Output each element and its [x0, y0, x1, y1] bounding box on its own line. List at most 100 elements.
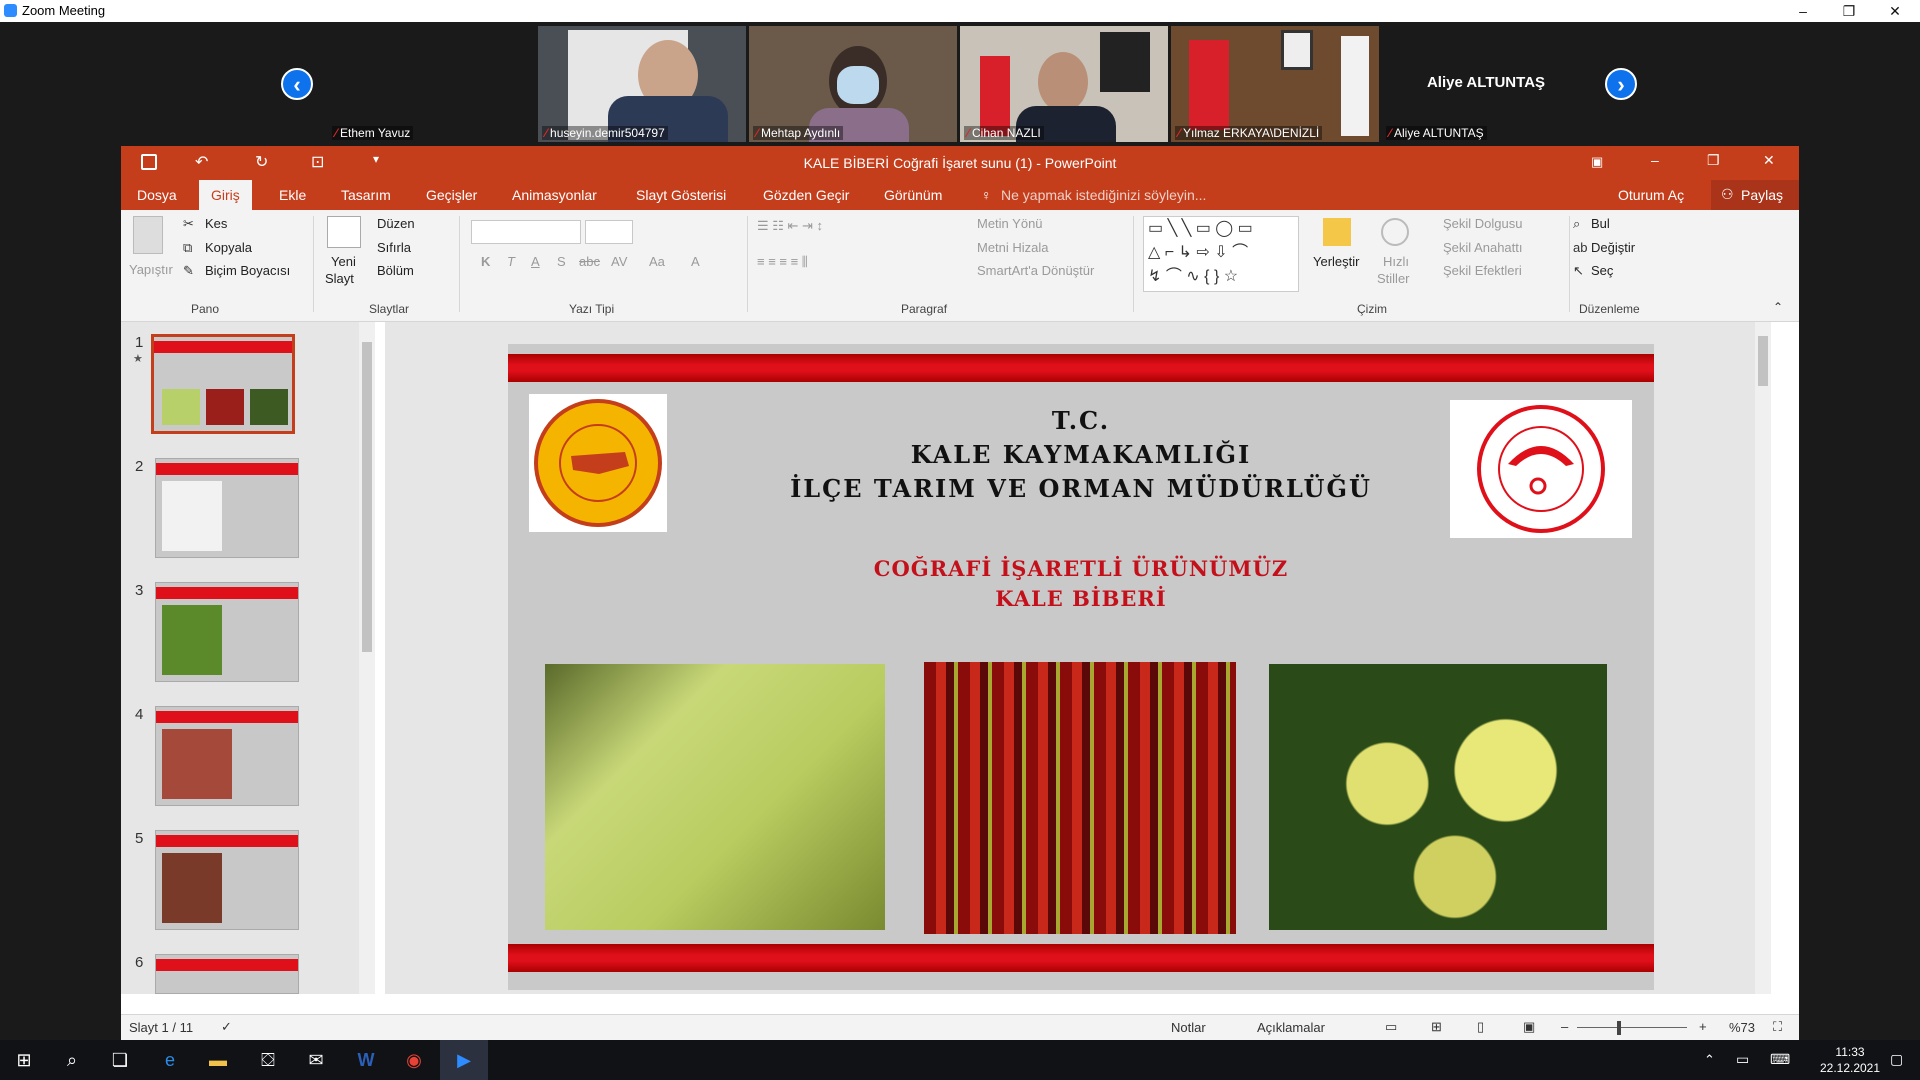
quick-styles-label-2[interactable]: Stiller [1377, 271, 1410, 286]
reading-view-icon[interactable]: ▯ [1477, 1019, 1484, 1035]
start-icon[interactable]: ⊞ [0, 1040, 48, 1080]
slideshow-view-icon[interactable]: ▣ [1523, 1019, 1535, 1035]
zoom-in-button[interactable]: + [1699, 1019, 1707, 1034]
find-button[interactable]: Bul [1591, 216, 1610, 231]
minimize-button[interactable]: – [1780, 0, 1826, 22]
edge-icon[interactable]: e [146, 1040, 194, 1080]
fit-to-window-icon[interactable]: ⛶ [1773, 1019, 1782, 1035]
task-view-icon[interactable]: ❏ [96, 1040, 144, 1080]
share-button[interactable]: ⚇ Paylaş [1711, 180, 1799, 210]
close-button[interactable]: ✕ [1872, 0, 1918, 22]
editor-scrollbar[interactable] [1755, 322, 1771, 994]
zoom-taskbar-icon[interactable]: ▶ [440, 1040, 488, 1080]
underline-button[interactable]: A [531, 254, 540, 269]
zoom-out-button[interactable]: – [1561, 1019, 1568, 1034]
tab-animasyonlar[interactable]: Animasyonlar [510, 180, 599, 210]
text-direction-button[interactable]: Metin Yönü [977, 216, 1043, 231]
slide-thumbnail-4[interactable] [155, 706, 299, 806]
tab-giris[interactable]: Giriş [199, 180, 252, 210]
shadow-button[interactable]: S [557, 254, 566, 269]
file-explorer-icon[interactable]: ▬ [194, 1040, 242, 1080]
search-icon[interactable]: ⌕ [48, 1040, 96, 1080]
align-icons[interactable]: ≡ ≡ ≡ ≡ ⫼ [757, 254, 808, 270]
participant-tile[interactable]: ⁄ Mehtap Aydınlı [749, 26, 957, 142]
reset-button[interactable]: Sıfırla [377, 240, 411, 255]
tab-gecisler[interactable]: Geçişler [424, 180, 479, 210]
select-button[interactable]: Seç [1591, 263, 1613, 278]
zoom-level[interactable]: %73 [1729, 1020, 1755, 1035]
tab-ekle[interactable]: Ekle [277, 180, 308, 210]
italic-button[interactable]: T [507, 254, 515, 269]
paste-button[interactable]: Yapıştır [129, 262, 173, 277]
spellcheck-icon[interactable]: ✓ [221, 1019, 232, 1035]
tell-me-box[interactable]: Ne yapmak istediğinizi söyleyin... [1001, 187, 1206, 203]
slide-thumbnail-5[interactable] [155, 830, 299, 930]
font-name-field[interactable] [471, 220, 581, 244]
shape-effects-button[interactable]: Şekil Efektleri [1443, 263, 1522, 278]
tab-tasarim[interactable]: Tasarım [339, 180, 393, 210]
font-size-field[interactable] [585, 220, 633, 244]
ribbon-display-icon[interactable]: ▣ [1591, 154, 1603, 170]
sign-in-link[interactable]: Oturum Aç [1618, 187, 1684, 203]
restore-button[interactable]: ❐ [1826, 0, 1872, 22]
chrome-icon[interactable]: ◉ [390, 1040, 438, 1080]
slide-thumbnail-6[interactable] [155, 954, 299, 994]
prev-page-button[interactable]: ‹ [281, 68, 313, 100]
participant-tile[interactable]: ⁄ Cihan NAZLI [960, 26, 1168, 142]
strikethrough-button[interactable]: abc [579, 254, 600, 269]
slide-thumbnail-1[interactable] [151, 334, 295, 434]
current-slide[interactable]: T.C. KALE KAYMAKAMLIĞI İLÇE TARIM VE ORM… [508, 344, 1654, 990]
tab-gozden-gecir[interactable]: Gözden Geçir [761, 180, 851, 210]
clock[interactable]: 11:33 22.12.2021 [1818, 1044, 1882, 1076]
notes-button[interactable]: Notlar [1171, 1020, 1206, 1035]
new-slide-label-2[interactable]: Slayt [325, 271, 354, 286]
minimize-button[interactable]: – [1651, 152, 1659, 168]
tab-slayt-gosterisi[interactable]: Slayt Gösterisi [634, 180, 728, 210]
copy-button[interactable]: Kopyala [205, 240, 252, 255]
align-text-button[interactable]: Metni Hizala [977, 240, 1049, 255]
cut-button[interactable]: Kes [205, 216, 227, 231]
new-slide-label-1[interactable]: Yeni [331, 254, 356, 269]
mail-icon[interactable]: ✉ [292, 1040, 340, 1080]
arrange-icon[interactable] [1323, 218, 1351, 246]
new-slide-icon[interactable] [327, 216, 361, 248]
network-icon[interactable]: ▭ [1736, 1051, 1749, 1068]
keyboard-icon[interactable]: ⌨ [1770, 1051, 1790, 1068]
tab-gorunum[interactable]: Görünüm [882, 180, 944, 210]
store-icon[interactable]: ⛋ [244, 1040, 292, 1080]
bullets-icon[interactable]: ☰ ☷ ⇤ ⇥ ↕ [757, 218, 823, 234]
zoom-slider[interactable] [1577, 1027, 1687, 1028]
quick-styles-label-1[interactable]: Hızlı [1383, 254, 1409, 269]
shape-fill-button[interactable]: Şekil Dolgusu [1443, 216, 1523, 231]
slide-thumbnail-2[interactable] [155, 458, 299, 558]
participant-tile[interactable]: ⁄ Yılmaz ERKAYA\DENİZLİ [1171, 26, 1379, 142]
next-page-button[interactable]: › [1605, 68, 1637, 100]
thumbnail-scrollbar[interactable] [359, 322, 375, 994]
restore-button[interactable]: ❐ [1707, 152, 1720, 169]
smartart-button[interactable]: SmartArt'a Dönüştür [977, 263, 1094, 278]
notifications-icon[interactable]: ▢ [1890, 1051, 1903, 1068]
format-painter-button[interactable]: Biçim Boyacısı [205, 263, 290, 278]
shapes-gallery[interactable]: ▭ ╲ ╲ ▭ ◯ ▭ △ ⌐ ↳ ⇨ ⇩ ⌒ ↯ ⌒ ∿ { } ☆ [1143, 216, 1299, 292]
normal-view-icon[interactable]: ▭ [1385, 1019, 1397, 1035]
char-spacing-button[interactable]: AV [611, 254, 627, 269]
shape-outline-button[interactable]: Şekil Anahattı [1443, 240, 1523, 255]
tab-dosya[interactable]: Dosya [135, 180, 179, 210]
change-case-button[interactable]: Aa [649, 254, 665, 269]
tray-chevron-icon[interactable]: ⌃ [1704, 1052, 1715, 1068]
section-button[interactable]: Bölüm [377, 263, 414, 278]
arrange-button[interactable]: Yerleştir [1313, 254, 1359, 269]
collapse-ribbon-icon[interactable]: ⌃ [1773, 300, 1783, 314]
participant-tile[interactable]: ⁄ Ethem Yavuz [328, 26, 536, 142]
slide-thumbnail-3[interactable] [155, 582, 299, 682]
replace-button[interactable]: Değiştir [1591, 240, 1635, 255]
quick-styles-icon[interactable] [1381, 218, 1409, 246]
slide-sorter-icon[interactable]: ⊞ [1431, 1019, 1442, 1035]
bold-button[interactable]: K [481, 254, 490, 269]
word-icon[interactable]: W [342, 1040, 390, 1080]
zoom-slider-thumb[interactable] [1617, 1021, 1621, 1035]
participant-tile[interactable]: ⁄ huseyin.demir504797 [538, 26, 746, 142]
font-color-button[interactable]: A [691, 254, 700, 269]
close-button[interactable]: ✕ [1763, 152, 1775, 169]
participant-tile-active[interactable]: Aliye ALTUNTAŞ ⁄ Aliye ALTUNTAŞ [1382, 26, 1590, 142]
